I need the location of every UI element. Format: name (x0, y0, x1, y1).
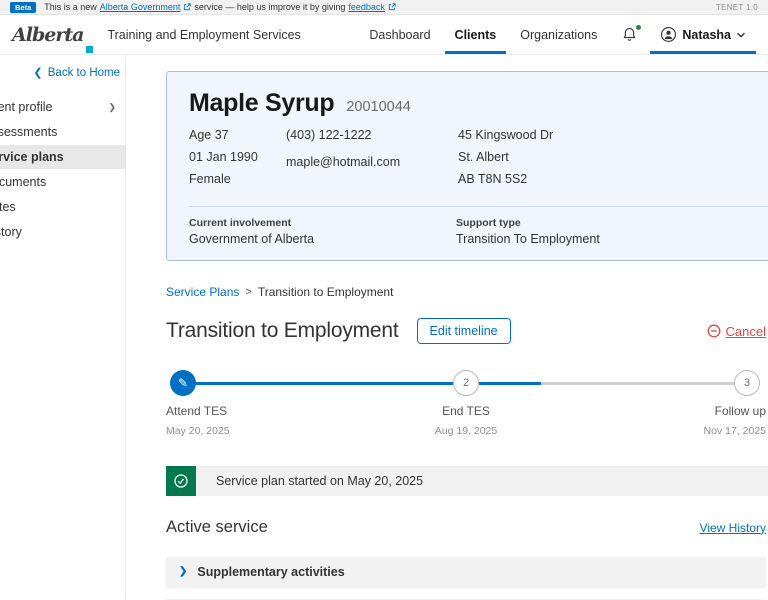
client-demographics: Age 37 01 Jan 1990 Female (189, 127, 286, 193)
status-message: Service plan started on May 20, 2025 (196, 466, 768, 496)
external-link-icon (388, 3, 396, 11)
notifications-button[interactable] (609, 15, 650, 54)
support-type-value: Transition To Employment (456, 232, 600, 246)
involvement-value: Government of Alberta (189, 232, 315, 246)
status-banner: Service plan started on May 20, 2025 (166, 466, 768, 496)
minus-circle-icon (707, 324, 721, 338)
service-plan-timeline: ✎ 2 3 Attend TES May 20, 2025 End TES Au… (166, 370, 766, 442)
client-card: Maple Syrup 20010044 Age 37 01 Jan 1990 … (166, 71, 768, 261)
alberta-logo-square (86, 46, 94, 53)
chevron-down-icon (736, 31, 746, 39)
external-link-icon (183, 3, 191, 11)
cancel-button[interactable]: Cancel (707, 324, 766, 339)
user-name: Natasha (682, 27, 731, 42)
sidebar: ❮ Back to Home Client profile ❯ Assessme… (0, 55, 126, 599)
user-avatar-icon (660, 26, 677, 43)
banner-text-middle: service — help us improve it by giving (194, 2, 346, 12)
edit-timeline-button[interactable]: Edit timeline (416, 318, 511, 344)
nav-item-dashboard[interactable]: Dashboard (357, 15, 442, 54)
sidebar-item-assessments[interactable]: Assessments (0, 120, 126, 144)
card-divider (189, 206, 768, 207)
breadcrumb-service-plans-link[interactable]: Service Plans (166, 285, 239, 299)
address-line-3: AB T8N 5S2 (458, 172, 528, 186)
breadcrumb-separator: > (245, 286, 252, 298)
beta-banner: Beta This is a new Alberta Government se… (0, 0, 768, 15)
active-service-heading: Active service (166, 518, 268, 536)
timeline-step-3-labels: Follow up Nov 17, 2025 (704, 404, 766, 437)
accordion-label: Supplementary activities (197, 564, 345, 579)
accordion-supplementary-activities[interactable]: ❯ Supplementary activities (166, 557, 766, 586)
main-content: Maple Syrup 20010044 Age 37 01 Jan 1990 … (166, 55, 768, 600)
sidebar-item-client-profile[interactable]: Client profile ❯ (0, 95, 126, 119)
support-type-label: Support type (456, 217, 521, 229)
client-id: 20010044 (346, 99, 411, 115)
notification-dot (635, 24, 643, 31)
involvement-label: Current involvement (189, 217, 292, 229)
client-birth-date: 01 Jan 1990 (189, 150, 258, 164)
sidebar-item-history[interactable]: History (0, 220, 126, 244)
app-title: Training and Employment Services (107, 27, 301, 42)
client-email: maple@hotmail.com (286, 155, 401, 169)
chevron-right-icon: ❯ (108, 101, 116, 112)
address-line-1: 45 Kingswood Dr (458, 128, 554, 142)
client-gender: Female (189, 172, 231, 186)
timeline-segment-progress (479, 382, 541, 385)
version-label: TENET 1.0 (715, 2, 758, 12)
back-to-home-link[interactable]: ❮ Back to Home (0, 66, 125, 79)
banner-text-prefix: This is a new (44, 2, 97, 12)
step-3-label: Follow up (714, 404, 766, 418)
timeline-step-2-labels: End TES Aug 19, 2025 (435, 404, 497, 437)
alberta-government-link[interactable]: Alberta Government (100, 2, 181, 12)
step-1-date: May 20, 2025 (166, 425, 230, 437)
page-title: Transition to Employment (166, 319, 399, 342)
circle-check-icon (173, 473, 189, 489)
app-header: Alberta Training and Employment Services… (0, 15, 768, 55)
step-2-date: Aug 19, 2025 (434, 425, 498, 437)
client-phone: (403) 122-1222 (286, 128, 372, 142)
step-2-label: End TES (442, 404, 490, 418)
address-line-2: St. Albert (458, 150, 509, 164)
beta-banner-text: This is a new Alberta Government service… (44, 2, 396, 12)
timeline-step-1-labels: Attend TES May 20, 2025 (166, 404, 230, 437)
step-3-date: Nov 17, 2025 (703, 425, 766, 437)
timeline-step-1-node[interactable]: ✎ (170, 370, 196, 396)
pencil-icon: ✎ (177, 376, 189, 390)
chevron-right-icon: ❯ (179, 566, 188, 577)
nav-item-clients[interactable]: Clients (443, 15, 509, 54)
timeline-step-2-node[interactable]: 2 (453, 370, 479, 396)
user-menu[interactable]: Natasha (650, 15, 756, 54)
sidebar-item-notes[interactable]: Notes (0, 195, 126, 219)
status-icon-block (166, 466, 196, 496)
alberta-logo-text: Alberta (12, 23, 84, 46)
client-contact: (403) 122-1222 maple@hotmail.com (286, 127, 458, 193)
main-nav: Dashboard Clients Organizations Natasha (357, 15, 756, 54)
view-history-link[interactable]: View History (700, 521, 766, 535)
support-type: Support type Transition To Employment (456, 217, 768, 246)
active-service-row: Active service View History (166, 518, 766, 537)
alberta-logo[interactable]: Alberta (12, 15, 94, 54)
cancel-label: Cancel (725, 323, 766, 339)
step-1-label: Attend TES (166, 404, 228, 418)
plan-title-row: Transition to Employment Edit timeline C… (166, 318, 766, 344)
app-window: Beta This is a new Alberta Government se… (0, 0, 768, 600)
feedback-link[interactable]: feedback (348, 2, 385, 12)
timeline-step-3-node[interactable]: 3 (734, 370, 760, 396)
beta-badge: Beta (10, 1, 37, 13)
breadcrumb-current: Transition to Employment (257, 285, 394, 299)
timeline-segment-remaining (541, 382, 734, 385)
timeline-segment-complete (194, 382, 453, 385)
client-name: Maple Syrup (189, 89, 335, 117)
client-age: Age 37 (189, 128, 229, 142)
sidebar-item-service-plans[interactable]: Service plans (0, 145, 126, 169)
sidebar-item-documents[interactable]: Documents (0, 170, 126, 194)
chevron-left-icon: ❮ (33, 67, 43, 79)
breadcrumb: Service Plans > Transition to Employment (166, 285, 766, 299)
client-address: 45 Kingswood Dr St. Albert AB T8N 5S2 (458, 127, 768, 193)
nav-item-organizations[interactable]: Organizations (508, 15, 609, 54)
current-involvement: Current involvement Government of Albert… (189, 217, 456, 246)
